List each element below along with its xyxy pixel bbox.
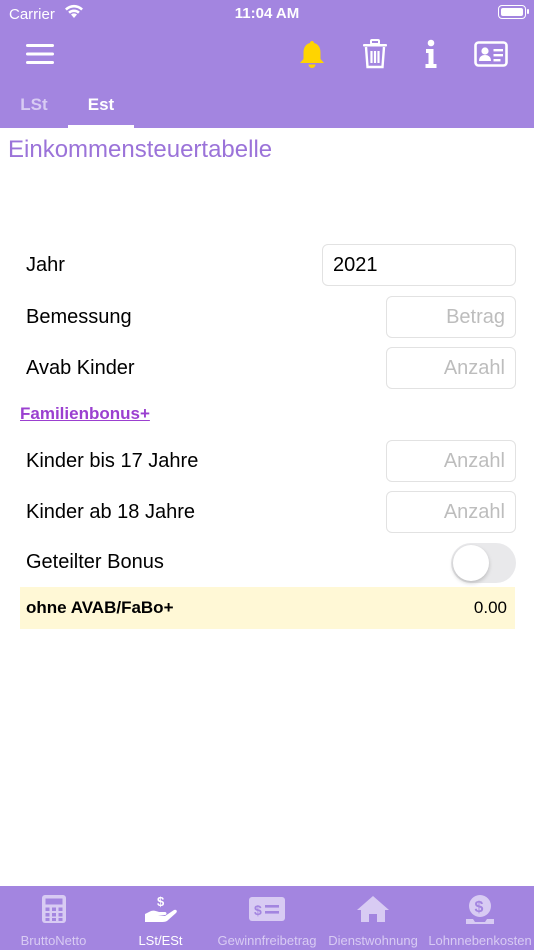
result-row: ohne AVAB/FaBo+ 0.00	[20, 587, 515, 629]
geteilter-bonus-row: Geteilter Bonus	[26, 543, 516, 587]
tab-dienstwohnung-label: Dienstwohnung	[328, 933, 418, 948]
tab-gewinnfreibetrag[interactable]: $ Gewinnfreibetrag	[214, 886, 320, 950]
kinder-bis-17-row: Kinder bis 17 Jahre Anzahl	[26, 440, 516, 484]
svg-text:$: $	[254, 902, 262, 918]
jahr-picker[interactable]: 2021	[322, 244, 516, 286]
bemessung-label: Bemessung	[26, 306, 132, 328]
check-money-icon: $	[214, 894, 320, 926]
contact-card-icon[interactable]	[473, 36, 509, 72]
tab-bruttonetto[interactable]: BruttoNetto	[0, 886, 107, 950]
tab-gewinnfreibetrag-label: Gewinnfreibetrag	[217, 933, 317, 948]
bemessung-input[interactable]: Betrag	[386, 296, 516, 338]
hand-dollar-icon: $	[107, 894, 214, 926]
active-tab-indicator	[68, 125, 134, 128]
trash-icon[interactable]	[357, 36, 393, 72]
familienbonus-link[interactable]: Familienbonus+	[20, 404, 150, 424]
geteilter-bonus-label: Geteilter Bonus	[26, 551, 164, 573]
page-title: Einkommensteuertabelle	[8, 136, 273, 163]
battery-icon	[498, 5, 529, 19]
navigation-bar: Carrier 11:04 AM LSt Est	[0, 0, 534, 128]
bemessung-row: Bemessung Betrag	[26, 296, 516, 340]
tab-lst-label: LSt	[20, 95, 48, 114]
dollar-coin-hand-icon: $	[426, 894, 534, 926]
house-icon	[320, 894, 426, 926]
kinder-ab-18-input[interactable]: Anzahl	[386, 491, 516, 533]
menu-icon[interactable]	[22, 36, 58, 72]
calculator-icon	[0, 894, 107, 926]
tab-est[interactable]: Est	[68, 88, 134, 128]
tab-lohnnebenkosten-label: Lohnnebenkosten	[428, 933, 532, 948]
info-icon[interactable]	[413, 36, 449, 72]
avab-kinder-input[interactable]: Anzahl	[386, 347, 516, 389]
jahr-label: Jahr	[26, 254, 65, 276]
result-value: 0.00	[473, 598, 507, 617]
tab-lst-est[interactable]: $ LSt/ESt	[107, 886, 214, 950]
kinder-bis-17-input[interactable]: Anzahl	[386, 440, 516, 482]
kinder-bis-17-label: Kinder bis 17 Jahre	[26, 450, 199, 472]
avab-kinder-row: Avab Kinder Anzahl	[26, 347, 516, 391]
bottom-tab-bar: BruttoNetto $ LSt/ESt $ Gewinnfreibetrag	[0, 886, 534, 950]
status-time: 11:04 AM	[234, 5, 300, 22]
bell-icon[interactable]	[294, 36, 330, 72]
geteilter-bonus-toggle[interactable]	[451, 543, 516, 583]
segment-tabs: LSt Est	[0, 88, 534, 128]
avab-kinder-label: Avab Kinder	[26, 357, 135, 379]
result-label: ohne AVAB/FaBo+	[26, 598, 174, 617]
svg-text:$: $	[475, 899, 484, 916]
tab-est-label: Est	[87, 95, 115, 114]
tab-dienstwohnung[interactable]: Dienstwohnung	[320, 886, 426, 950]
kinder-ab-18-row: Kinder ab 18 Jahre Anzahl	[26, 491, 516, 535]
tab-lst-est-label: LSt/ESt	[138, 933, 183, 948]
status-bar: Carrier 11:04 AM	[0, 0, 534, 28]
svg-text:$: $	[157, 894, 165, 909]
kinder-ab-18-label: Kinder ab 18 Jahre	[26, 501, 196, 523]
jahr-row: Jahr 2021	[26, 244, 516, 288]
tab-lohnnebenkosten[interactable]: $ Lohnnebenkosten	[426, 886, 534, 950]
tab-bruttonetto-label: BruttoNetto	[20, 933, 87, 948]
tab-lst[interactable]: LSt	[0, 88, 68, 128]
toggle-knob	[453, 545, 489, 581]
